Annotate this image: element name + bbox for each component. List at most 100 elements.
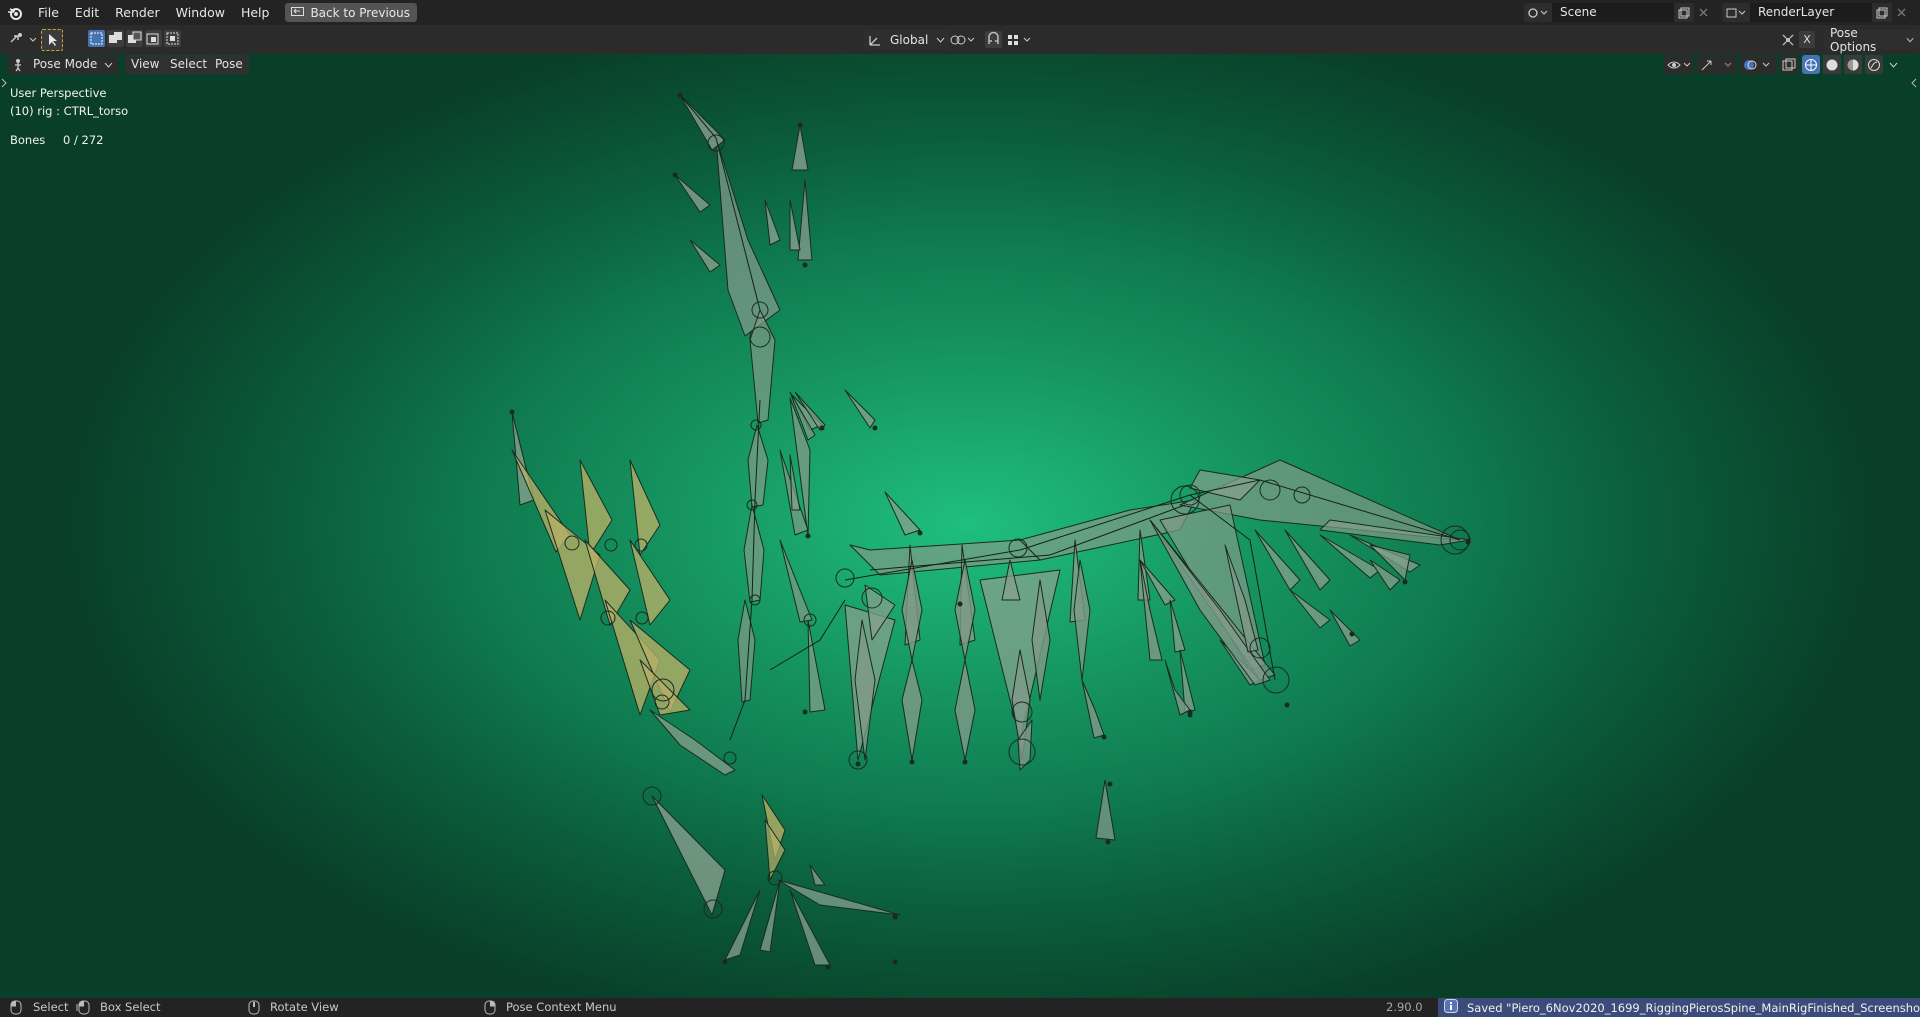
status-box-select-hint: Box Select: [100, 1000, 161, 1014]
rendered-shading-icon[interactable]: [1865, 55, 1883, 74]
chevron-down-icon: [936, 37, 945, 43]
intersect-selection-icon[interactable]: [164, 30, 181, 47]
bones-stat-label: Bones: [10, 133, 46, 147]
selection-mode-group: [88, 30, 181, 47]
bone: [651, 795, 726, 916]
mirror-axis-icon[interactable]: [1780, 32, 1796, 48]
pose-menu[interactable]: Pose: [209, 55, 249, 74]
3d-viewport[interactable]: Pose Mode View Select Pose User Perspect…: [0, 54, 1920, 998]
bone: [884, 491, 921, 536]
bone: [649, 709, 736, 776]
render-layer-name-field[interactable]: RenderLayer: [1750, 3, 1872, 22]
left-mouse-icon: [10, 1000, 22, 1017]
mirror-options: X: [1780, 30, 1815, 49]
interaction-mode-dropdown[interactable]: Pose Mode: [8, 55, 118, 74]
interaction-mode-label: Pose Mode: [33, 57, 98, 71]
menu-file[interactable]: File: [30, 0, 67, 25]
blender-logo-icon[interactable]: [0, 0, 30, 25]
bone: [791, 124, 809, 171]
xray-toggle-icon[interactable]: [1779, 55, 1799, 74]
delete-scene-icon[interactable]: [1694, 3, 1712, 22]
menu-window[interactable]: Window: [168, 0, 233, 25]
bone: [1289, 589, 1331, 629]
global-axes-icon: [869, 35, 880, 46]
snapping-group: [985, 30, 1036, 49]
info-icon: [1444, 999, 1458, 1016]
cursor-arrow-icon: [49, 34, 57, 46]
set-new-selection-icon[interactable]: [88, 30, 105, 47]
bone: [1169, 599, 1186, 653]
3d-viewport-icon: [10, 33, 37, 43]
menu-edit[interactable]: Edit: [67, 0, 107, 25]
right-mouse-icon: [484, 1000, 496, 1017]
visibility-icon[interactable]: [1664, 55, 1694, 74]
snap-increment-dropdown[interactable]: [1006, 31, 1036, 48]
invert-selection-icon[interactable]: [145, 30, 162, 47]
pose-mode-icon: [15, 58, 21, 71]
scene-selector[interactable]: Scene: [1524, 3, 1712, 22]
menu-help[interactable]: Help: [233, 0, 278, 25]
bone: [779, 539, 813, 623]
bones-stat-value: 0 / 272: [63, 133, 104, 147]
tool-settings-bar: Global X Pose Options: [0, 25, 1920, 55]
transform-orientation-label: Global: [890, 32, 929, 47]
pose-options-dropdown[interactable]: Pose Options: [1824, 26, 1920, 54]
scene-name-field[interactable]: Scene: [1552, 3, 1674, 22]
view-menu[interactable]: View: [125, 55, 166, 74]
delete-render-layer-icon[interactable]: [1892, 3, 1910, 22]
bone: [844, 389, 876, 429]
back-to-previous-label: Back to Previous: [310, 5, 410, 20]
render-layer-selector[interactable]: RenderLayer: [1722, 3, 1910, 22]
chevron-down-icon: [1906, 37, 1914, 42]
bone: [1095, 779, 1116, 841]
shading-options-dropdown[interactable]: [1886, 55, 1900, 74]
back-to-previous-button[interactable]: Back to Previous: [285, 3, 417, 22]
transform-orientation-dropdown[interactable]: Global: [864, 30, 950, 49]
extend-selection-icon[interactable]: [107, 30, 124, 47]
status-bar: Select Box Select Rotate View Pose Conte…: [0, 998, 1920, 1017]
mirror-x-toggle[interactable]: X: [1799, 31, 1815, 48]
bone: [724, 889, 761, 961]
pivot-point-dropdown[interactable]: [948, 30, 978, 49]
bone: [954, 559, 976, 661]
toolbar-expand-arrow-icon[interactable]: [0, 76, 8, 90]
bone: [689, 239, 721, 273]
armature-rig[interactable]: [0, 54, 1920, 998]
middle-mouse-icon: [248, 1000, 260, 1017]
top-menu-bar: File Edit Render Window Help Back to Pre…: [0, 0, 1920, 25]
status-select-hint: Select: [33, 1000, 69, 1014]
bone: [789, 199, 801, 251]
new-render-layer-icon[interactable]: [1872, 3, 1892, 22]
select-menu[interactable]: Select: [164, 55, 214, 74]
save-notification[interactable]: Saved "Piero_6Nov2020_1699_RiggingPieros…: [1438, 998, 1920, 1017]
gizmo-icon[interactable]: [1697, 55, 1737, 74]
blender-version: 2.90.0: [1386, 1000, 1423, 1014]
view-perspective-label: User Perspective: [10, 86, 107, 100]
bone: [1319, 534, 1381, 579]
render-layer-browse-icon[interactable]: [1722, 3, 1750, 22]
status-rotate-view-hint: Rotate View: [270, 1000, 339, 1014]
sidebar-expand-arrow-icon[interactable]: [1908, 76, 1918, 90]
bone: [807, 619, 826, 713]
overlays-icon[interactable]: [1740, 55, 1776, 74]
solid-shading-icon[interactable]: [1823, 55, 1841, 74]
new-scene-icon[interactable]: [1674, 3, 1694, 22]
bone: [737, 599, 756, 703]
bone: [1081, 679, 1105, 739]
editor-type-selector[interactable]: [8, 30, 40, 51]
bone: [901, 659, 923, 761]
wireframe-shading-icon[interactable]: [1802, 55, 1820, 74]
bone: [764, 199, 781, 246]
snap-toggle-icon[interactable]: [985, 31, 1002, 48]
pose-options-label: Pose Options: [1830, 25, 1877, 54]
menu-render[interactable]: Render: [107, 0, 168, 25]
status-pose-context-menu-hint: Pose Context Menu: [506, 1000, 617, 1014]
active-object-label: (10) rig : CTRL_torso: [10, 104, 129, 118]
drag-mouse-icon: [76, 1000, 90, 1017]
select-tool-button[interactable]: [41, 29, 63, 51]
material-shading-icon[interactable]: [1844, 55, 1862, 74]
viewport-shading-controls: [1664, 55, 1900, 74]
scene-browse-icon[interactable]: [1524, 3, 1552, 22]
subtract-selection-icon[interactable]: [126, 30, 143, 47]
bone: [674, 174, 711, 213]
